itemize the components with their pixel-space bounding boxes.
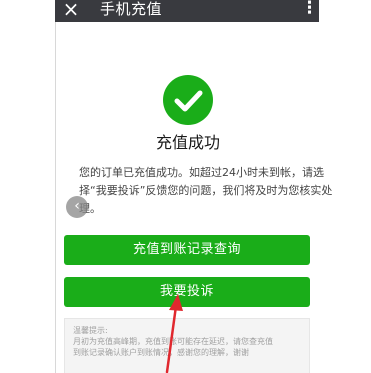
top-bar: × 手机充值 ⋮: [55, 0, 319, 22]
description-line: 理。: [79, 202, 101, 215]
status-title: 充值成功: [155, 133, 220, 152]
page-title: 手机充值: [100, 0, 163, 18]
close-icon[interactable]: ×: [61, 0, 81, 20]
red-arrow-annotation: [165, 294, 183, 373]
more-options-icon[interactable]: ⋮: [301, 0, 318, 18]
description-line: 择“我要投诉”反馈您的问题，我们将及时为您核实处: [79, 184, 333, 197]
description-line: 您的订单已充值成功。如超过24小时未到帐，请选: [79, 166, 324, 179]
check-circle-icon: [163, 75, 213, 125]
floating-back-icon[interactable]: ‹: [66, 196, 88, 218]
screenshot-frame: × 手机充值 ⋮ 充值成功 您的订单已充值成功。如超过24小时未到帐，请选 择“…: [0, 0, 371, 373]
status-description: 您的订单已充值成功。如超过24小时未到帐，请选 择“我要投诉”反馈您的问题，我们…: [79, 164, 333, 218]
recharge-records-button[interactable]: 充值到账记录查询: [64, 235, 310, 265]
